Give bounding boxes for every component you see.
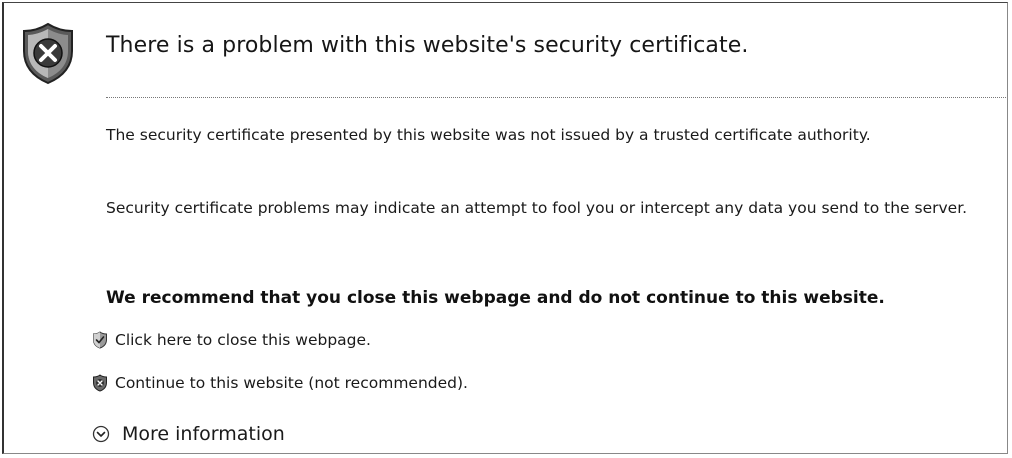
- page-title: There is a problem with this website's s…: [106, 33, 749, 58]
- untrusted-authority-text: The security certificate presented by th…: [106, 126, 871, 144]
- shield-error-icon: [93, 374, 107, 392]
- title-divider: [106, 97, 1006, 98]
- shield-ok-icon: [93, 331, 107, 349]
- more-information-label[interactable]: More information: [122, 423, 285, 445]
- continue-website-link[interactable]: Continue to this website (not recommende…: [92, 374, 468, 392]
- security-warning-text: Security certificate problems may indica…: [106, 199, 968, 217]
- expand-circle-icon[interactable]: [92, 425, 110, 443]
- recommendation-text: We recommend that you close this webpage…: [106, 288, 885, 308]
- continue-website-label[interactable]: Continue to this website (not recommende…: [115, 374, 468, 392]
- close-webpage-label[interactable]: Click here to close this webpage.: [115, 331, 371, 349]
- shield-error-icon: [23, 22, 73, 85]
- more-information-toggle[interactable]: More information: [92, 423, 285, 445]
- certificate-error-page: There is a problem with this website's s…: [2, 2, 1008, 454]
- close-webpage-link[interactable]: Click here to close this webpage.: [92, 331, 371, 349]
